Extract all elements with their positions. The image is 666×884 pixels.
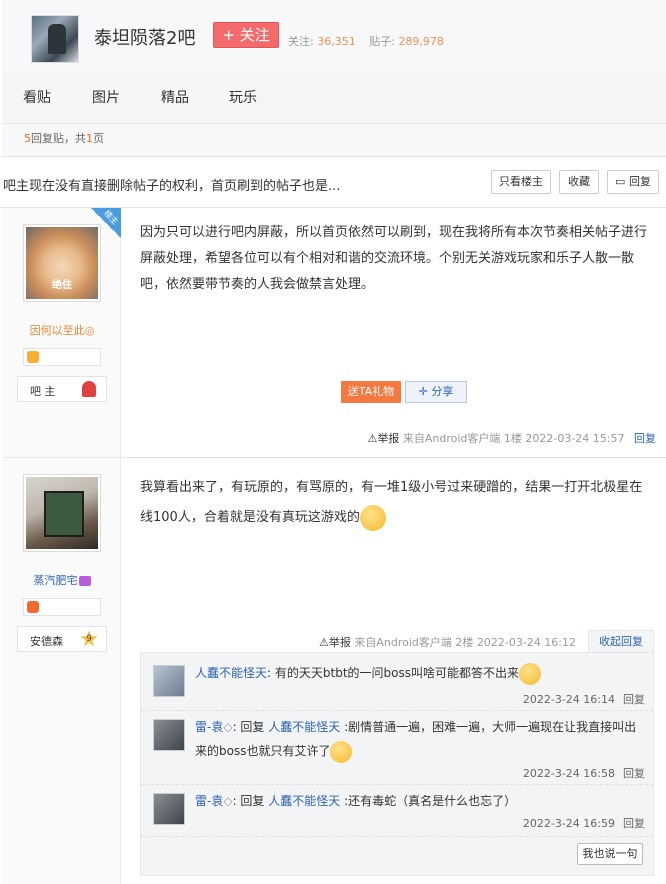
level-icon bbox=[27, 601, 39, 613]
level-badge[interactable] bbox=[23, 348, 101, 366]
client-source: 来自Android客户端 bbox=[354, 636, 452, 649]
avatar-label: 绝住 bbox=[52, 280, 72, 291]
pager-bar: 5回复贴，共1页 bbox=[2, 124, 666, 157]
author-panel: 蒸汽肥宅 安德森 9 bbox=[3, 458, 121, 884]
author-panel: 楼主 绝住 因何以至此◎ 吧 主 bbox=[3, 208, 121, 457]
reply-meta: 2022-3-24 16:59 回复 bbox=[523, 815, 645, 831]
tab-fun[interactable]: 玩乐 bbox=[229, 87, 257, 107]
reply-count: 5 bbox=[24, 132, 31, 145]
followers-count: 36,351 bbox=[317, 35, 356, 48]
author-avatar[interactable]: 绝住 bbox=[23, 224, 101, 302]
reply-link[interactable]: 回复 bbox=[623, 817, 645, 830]
post-meta: ⚠举报 来自Android客户端 2楼 2022-03-24 16:12 bbox=[319, 634, 576, 650]
followers-label: 关注: bbox=[288, 35, 314, 48]
post-time: 2022-03-24 15:57 bbox=[525, 432, 625, 445]
author-avatar[interactable] bbox=[23, 474, 101, 552]
reply-text: 人蠢不能怪天: 有的天天btbt的一问boss叫啥可能都答不出来 bbox=[195, 661, 643, 685]
reply-time: 2022-3-24 16:14 bbox=[522, 693, 615, 706]
posts-label: 贴子: bbox=[369, 35, 395, 48]
reply-link[interactable]: 回复 bbox=[634, 432, 656, 445]
vip-icon bbox=[78, 576, 91, 586]
reply-count-mid: 回复贴，共 bbox=[31, 132, 86, 145]
reply-time: 2022-3-24 16:59 bbox=[522, 817, 615, 830]
level-icon bbox=[27, 351, 39, 363]
sub-reply-item: 雷-袁◇: 回复 人蠢不能怪天 :剧情普通一遍，困难一遍，大师一遍现在让我直接叫… bbox=[141, 711, 653, 785]
reply-button[interactable]: ▭ 回复 bbox=[607, 170, 659, 194]
send-gift-button[interactable]: 送TA礼物 bbox=[341, 381, 401, 403]
reply-time: 2022-3-24 16:58 bbox=[522, 767, 615, 780]
forum-stats: 关注: 36,351 贴子: 289,978 bbox=[288, 33, 454, 49]
add-comment-button[interactable]: 我也说一句 bbox=[577, 843, 643, 865]
only-op-button[interactable]: 只看楼主 bbox=[491, 170, 551, 194]
forum-tabs: 看贴 图片 精品 玩乐 bbox=[2, 72, 666, 118]
rank-title: 吧 主 bbox=[30, 385, 56, 398]
reply-meta: 2022-3-24 16:58 回复 bbox=[523, 765, 645, 781]
post-floor-1: 楼主 绝住 因何以至此◎ 吧 主 因为只可以进行吧内屏蔽，所以首页依然可以刷到，… bbox=[3, 208, 666, 458]
rank-badge[interactable]: 安德森 9 bbox=[17, 626, 107, 652]
warning-icon: ⚠ bbox=[367, 432, 378, 445]
collect-button[interactable]: 收藏 bbox=[559, 170, 599, 194]
user-badge-icon: ◇ bbox=[223, 794, 233, 808]
star-level-icon: 9 bbox=[80, 630, 98, 647]
author-name[interactable]: 因何以至此◎ bbox=[3, 322, 121, 338]
level-badge[interactable] bbox=[23, 598, 101, 616]
reply-username[interactable]: 人蠢不能怪天 bbox=[195, 666, 267, 680]
tab-featured[interactable]: 精品 bbox=[161, 87, 189, 107]
reply-text: 雷-袁◇: 回复 人蠢不能怪天 :剧情普通一遍，困难一遍，大师一遍现在让我直接叫… bbox=[195, 715, 643, 763]
rank-title: 安德森 bbox=[30, 635, 63, 648]
reply-username[interactable]: 雷-袁 bbox=[195, 794, 223, 808]
post-content: 我算看出来了，有玩原的，有骂原的，有一堆1级小号过来硬蹭的，结果一打开北极星在线… bbox=[140, 473, 654, 533]
page-count[interactable]: 1 bbox=[86, 132, 93, 145]
follow-button[interactable]: + 关注 bbox=[213, 22, 279, 48]
post-content: 因为只可以进行吧内屏蔽，所以首页依然可以刷到，现在我将所有本次节奏相关帖子进行屏… bbox=[140, 225, 648, 292]
collapse-replies-tab[interactable]: 收起回复 bbox=[588, 630, 654, 652]
reply-avatar[interactable] bbox=[153, 719, 185, 751]
reply-target-user[interactable]: 人蠢不能怪天 bbox=[268, 720, 340, 734]
sub-reply-box: 人蠢不能怪天: 有的天天btbt的一问boss叫啥可能都答不出来 2022-3-… bbox=[140, 652, 654, 876]
client-source: 来自Android客户端 bbox=[402, 432, 501, 445]
reply-avatar[interactable] bbox=[153, 665, 185, 697]
warning-icon: ⚠ bbox=[318, 636, 329, 649]
report-link[interactable]: ⚠举报 bbox=[367, 432, 399, 445]
thread-title-bar: 吧主现在没有直接删除帖子的权利，首页刷到的帖子也是... 只看楼主 收藏 ▭ 回… bbox=[0, 157, 666, 208]
user-badge-icon: ◇ bbox=[223, 720, 233, 734]
reply-button-label: 回复 bbox=[628, 175, 651, 188]
post-time: 2022-03-24 16:12 bbox=[476, 636, 576, 649]
author-name[interactable]: 蒸汽肥宅 bbox=[3, 572, 121, 588]
thread-title: 吧主现在没有直接删除帖子的权利，首页刷到的帖子也是... bbox=[3, 179, 341, 194]
tab-images[interactable]: 图片 bbox=[92, 87, 120, 107]
sub-reply-item: 人蠢不能怪天: 有的天天btbt的一问boss叫啥可能都答不出来 2022-3-… bbox=[141, 653, 653, 711]
tab-posts[interactable]: 看贴 bbox=[23, 87, 51, 107]
posts-count: 289,978 bbox=[398, 35, 444, 48]
floor-number: 1楼 bbox=[503, 432, 522, 445]
user-icon bbox=[82, 381, 96, 397]
forum-avatar[interactable] bbox=[31, 15, 79, 63]
reply-link[interactable]: 回复 bbox=[623, 767, 645, 780]
reply-avatar[interactable] bbox=[153, 793, 185, 825]
sub-reply-item: 雷-袁◇: 回复 人蠢不能怪天 :还有毒蛇（真名是什么也忘了） 2022-3-2… bbox=[141, 785, 653, 837]
post-meta: ⚠举报 来自Android客户端 1楼 2022-03-24 15:57 回复 bbox=[367, 430, 656, 446]
smile-emoji-icon bbox=[519, 662, 541, 685]
reply-text: 雷-袁◇: 回复 人蠢不能怪天 :还有毒蛇（真名是什么也忘了） bbox=[195, 794, 517, 808]
reply-count-end: 页 bbox=[93, 132, 104, 145]
rank-badge[interactable]: 吧 主 bbox=[17, 376, 107, 402]
reply-meta: 2022-3-24 16:14 回复 bbox=[523, 691, 645, 707]
author-badge-icon: ◎ bbox=[84, 324, 95, 337]
reply-link[interactable]: 回复 bbox=[623, 693, 645, 706]
reply-target-user[interactable]: 人蠢不能怪天 bbox=[268, 794, 340, 808]
laugh-emoji-icon bbox=[330, 740, 353, 763]
forum-banner: 泰坦陨落2吧 + 关注 关注: 36,351 贴子: 289,978 bbox=[2, 0, 666, 72]
plus-icon: ✛ bbox=[418, 385, 428, 398]
floor-number: 2楼 bbox=[455, 636, 474, 649]
sweat-emoji-icon bbox=[359, 504, 386, 531]
comment-icon: ▭ bbox=[615, 175, 626, 188]
forum-header: 泰坦陨落2吧 + 关注 关注: 36,351 贴子: 289,978 看贴 图片… bbox=[2, 0, 666, 124]
post-floor-2: 蒸汽肥宅 安德森 9 我算看出来了，有玩原的，有骂原的，有一堆1级小号过来硬蹭的… bbox=[3, 458, 666, 884]
share-button[interactable]: ✛ 分享 bbox=[405, 381, 467, 403]
forum-name[interactable]: 泰坦陨落2吧 bbox=[94, 24, 195, 50]
reply-username[interactable]: 雷-袁 bbox=[195, 720, 223, 734]
reply-count-text: 5回复贴，共1页 bbox=[24, 130, 104, 146]
report-link[interactable]: ⚠举报 bbox=[319, 636, 351, 649]
share-label: 分享 bbox=[431, 385, 454, 398]
